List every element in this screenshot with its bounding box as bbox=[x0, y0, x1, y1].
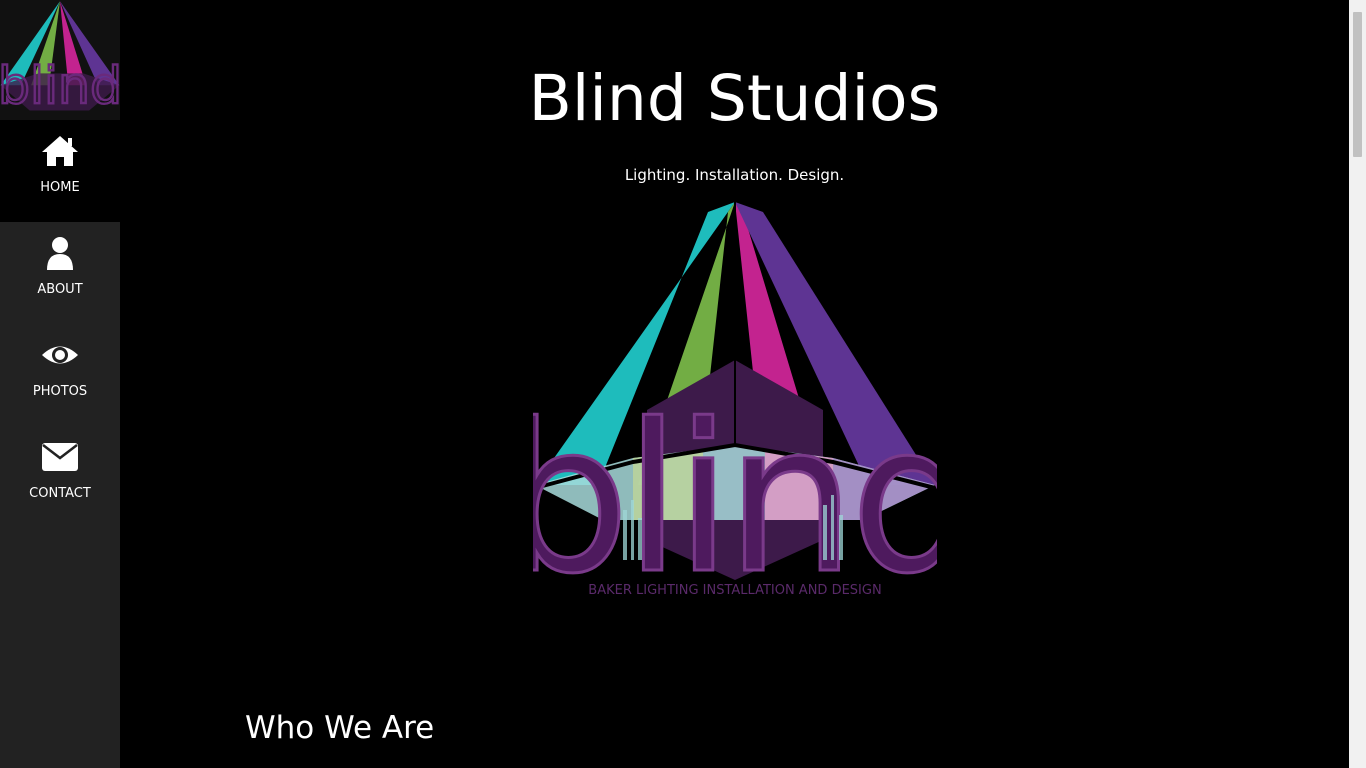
svg-text:blind: blind bbox=[533, 381, 937, 600]
user-icon bbox=[40, 236, 80, 270]
nav-home[interactable]: HOME bbox=[0, 120, 120, 222]
sidebar: blind HOME ABOUT PHOTOS CONTACT bbox=[0, 0, 120, 768]
svg-text:blind: blind bbox=[0, 56, 120, 115]
page-title: Blind Studios bbox=[528, 62, 941, 135]
nav-about-label: ABOUT bbox=[37, 282, 83, 297]
scrollbar[interactable] bbox=[1349, 0, 1366, 768]
nav-photos-label: PHOTOS bbox=[32, 384, 88, 399]
nav-contact-label: CONTACT bbox=[29, 486, 91, 501]
blind-studios-logo: blind BAKER LIGHTING INSTALLATION AND DE… bbox=[498, 200, 982, 621]
nav-contact[interactable]: CONTACT bbox=[0, 426, 120, 528]
nav-about[interactable]: ABOUT bbox=[0, 222, 120, 324]
nav-photos[interactable]: PHOTOS bbox=[0, 324, 120, 426]
scrollbar-thumb[interactable] bbox=[1353, 12, 1362, 157]
nav-home-label: HOME bbox=[40, 180, 80, 195]
sidebar-logo[interactable]: blind bbox=[0, 0, 120, 120]
tagline: Lighting. Installation. Design. bbox=[624, 166, 845, 184]
envelope-icon bbox=[40, 440, 80, 474]
svg-text:BAKER LIGHTING INSTALLATION AN: BAKER LIGHTING INSTALLATION AND DESIGN bbox=[588, 583, 881, 598]
who-we-are-heading: Who We Are bbox=[245, 710, 435, 746]
eye-icon bbox=[40, 338, 80, 372]
home-icon bbox=[40, 134, 80, 168]
